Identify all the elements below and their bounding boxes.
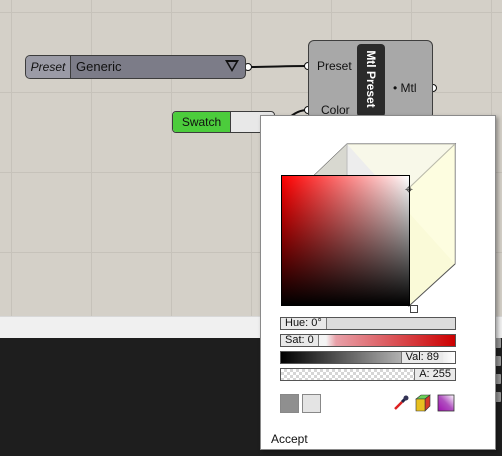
mtl-preset-component[interactable]: Preset Color Mtl Preset • Mtl <box>308 40 433 120</box>
preset-list-value: Generic <box>76 59 122 74</box>
gradient-icon[interactable] <box>437 394 455 412</box>
eyedropper-icon[interactable] <box>392 394 410 412</box>
resize-handle[interactable] <box>410 305 418 313</box>
dropdown-arrow-icon[interactable] <box>225 60 239 72</box>
output-label-mtl: • Mtl <box>393 81 417 95</box>
rgb-cube-icon[interactable] <box>414 394 432 412</box>
alpha-label: A: 255 <box>414 369 455 380</box>
color-picker-popup: ⌖ Hue: 0° Sat: 0 Val: 89 A: 255 Accept <box>260 115 496 450</box>
value-slider[interactable]: Val: 89 <box>280 351 456 364</box>
wire-preset <box>245 65 309 68</box>
val-label: Val: 89 <box>400 352 443 363</box>
preset-color-light[interactable] <box>302 394 321 413</box>
preset-color-dark[interactable] <box>280 394 299 413</box>
alpha-slider[interactable]: A: 255 <box>280 368 456 381</box>
preset-value-list[interactable]: Preset Generic <box>25 55 246 79</box>
preset-list-tag: Preset <box>26 56 71 78</box>
component-title: Mtl Preset <box>364 50 378 108</box>
sat-label: Sat: 0 <box>281 335 319 346</box>
hue-slider[interactable]: Hue: 0° <box>280 317 456 330</box>
input-label-preset: Preset <box>317 59 352 73</box>
hue-label: Hue: 0° <box>281 318 327 329</box>
crosshair-icon[interactable]: ⌖ <box>405 182 413 196</box>
component-core[interactable]: Mtl Preset <box>357 44 385 117</box>
accept-button[interactable]: Accept <box>271 432 308 446</box>
saturation-slider[interactable]: Sat: 0 <box>280 334 456 347</box>
sat-val-square[interactable] <box>281 175 410 306</box>
swatch-tag: Swatch <box>173 112 231 132</box>
